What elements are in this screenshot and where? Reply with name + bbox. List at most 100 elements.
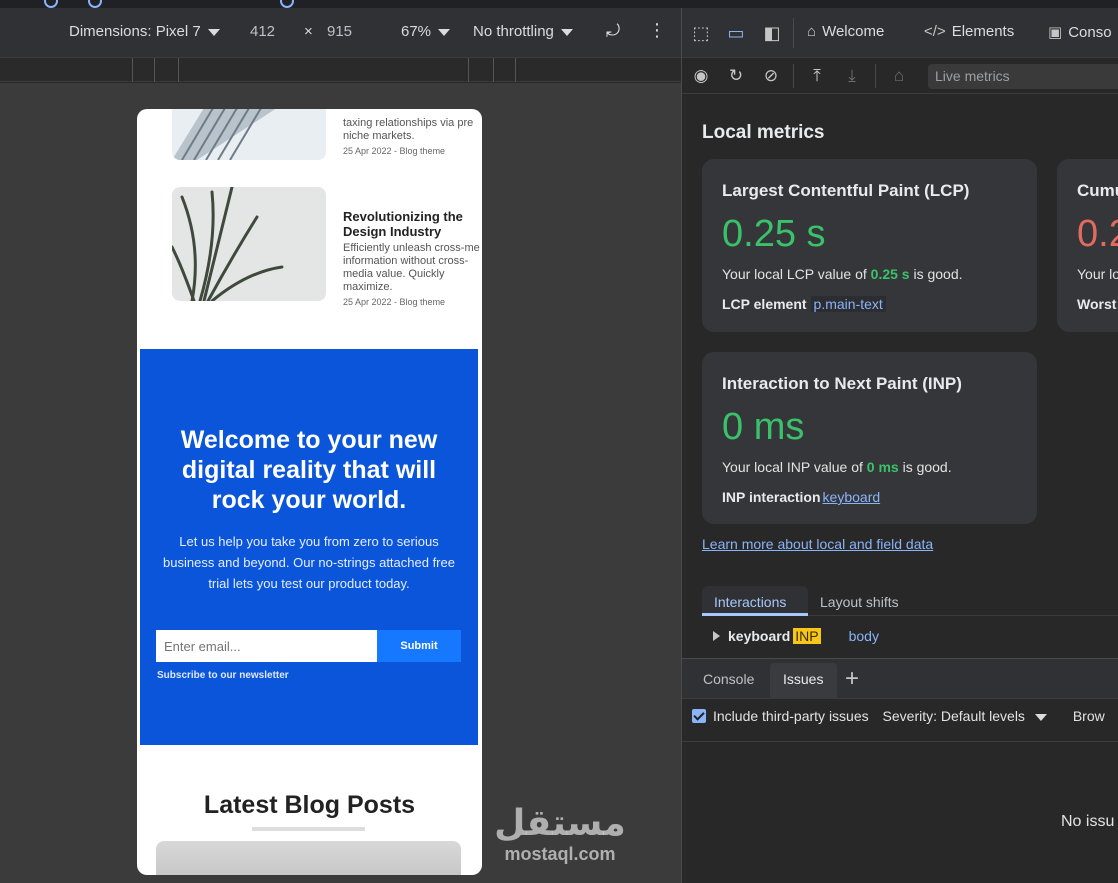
mostaql-watermark: مستقل mostaql.com (490, 803, 630, 865)
devtools-drawer: Console Issues + Include third-party iss… (682, 658, 1118, 883)
dock-side-icon[interactable]: ◧ (761, 22, 783, 44)
blog-post-item[interactable]: taxing relationships via pre niche marke… (172, 109, 482, 160)
cls-title: Cumu (1077, 181, 1118, 200)
performance-toolbar: ◉ ↻ ⊘ ⤒ ⤓ ⌂ Live metrics (682, 58, 1118, 94)
blog-post-item[interactable]: Revolutionizing the Design Industry Effi… (172, 187, 482, 307)
third-party-label: Include third-party issues (713, 708, 869, 724)
code-icon: </> (924, 23, 946, 40)
third-party-checkbox[interactable] (692, 709, 706, 723)
inp-card: Interaction to Next Paint (INP) 0 ms You… (702, 352, 1037, 524)
record-icon[interactable]: ◉ (690, 65, 712, 87)
post-meta: 25 Apr 2022 - Blog theme (343, 297, 446, 307)
latest-posts-title: Latest Blog Posts (203, 791, 416, 819)
live-metrics-select[interactable]: Live metrics (928, 64, 1118, 89)
clear-icon[interactable]: ⊘ (760, 65, 782, 87)
newsletter-hero: Welcome to your new digital reality that… (140, 349, 478, 745)
rotate-icon[interactable]: ⤾ (606, 21, 620, 41)
cls-value: 0.2 (1077, 213, 1118, 255)
hero-heading: Welcome to your new digital reality that… (180, 426, 438, 514)
issues-filter-row: Include third-party issues Severity: Def… (692, 708, 1105, 724)
tab-interactions[interactable]: Interactions (714, 594, 786, 610)
drawer-tab-console[interactable]: Console (703, 671, 754, 687)
download-icon[interactable]: ⤓ (841, 65, 863, 87)
tab-console[interactable]: ▣ Conso (1048, 23, 1112, 41)
lcp-description: Your local LCP value of 0.25 s is good. (722, 266, 963, 282)
post-thumbnail[interactable] (156, 841, 461, 875)
upload-icon[interactable]: ⤒ (806, 65, 828, 87)
active-subtab-underline (702, 613, 808, 616)
console-icon: ▣ (1048, 24, 1063, 41)
submit-button[interactable]: Submit (377, 630, 461, 662)
height-input[interactable]: 915 (327, 23, 352, 40)
metrics-subtabs: Interactions Layout shifts (702, 586, 1118, 616)
add-tab-icon[interactable]: + (845, 665, 859, 693)
drawer-tabbar: Console Issues + (682, 659, 1118, 699)
watermark-arabic: مستقل (494, 803, 626, 844)
post-meta: 25 Apr 2022 - Blog theme (343, 146, 446, 156)
hero-text: Let us help you take you from zero to se… (163, 534, 455, 591)
inp-value: 0 ms (722, 406, 805, 448)
globe-icon (88, 0, 102, 8)
throttling-dropdown[interactable]: No throttling (473, 23, 573, 40)
lcp-element-row: LCP element p.main-text (722, 296, 886, 312)
tab-welcome[interactable]: ⌂ Welcome (807, 23, 884, 40)
post-thumbnail-building (172, 109, 326, 160)
lcp-element-link[interactable]: p.main-text (810, 296, 886, 312)
newsletter-note: Subscribe to our newsletter (157, 670, 289, 681)
no-issues-message: No issu (1061, 813, 1115, 830)
reload-record-icon[interactable]: ↻ (725, 65, 747, 87)
bookmarks-bar (0, 0, 1118, 8)
inspect-element-icon[interactable]: ⬚ (690, 22, 712, 44)
devtools-tabbar: ⬚ ▭ ◧ ⌂ Welcome </> Elements ▣ Conso (682, 8, 1118, 58)
watermark-latin: mostaql.com (504, 844, 616, 864)
lcp-title: Largest Contentful Paint (LCP) (722, 181, 970, 200)
dimension-times: × (304, 23, 313, 40)
interaction-target[interactable]: body (849, 628, 879, 644)
tab-layout-shifts[interactable]: Layout shifts (820, 594, 899, 610)
learn-more-link[interactable]: Learn more about local and field data (702, 536, 933, 552)
email-input[interactable] (156, 630, 377, 662)
bookmark-2[interactable] (88, 0, 108, 8)
browser-filter[interactable]: Brow (1073, 708, 1105, 724)
emulated-viewport: taxing relationships via pre niche marke… (0, 83, 681, 883)
home-icon[interactable]: ⌂ (888, 65, 910, 87)
zoom-dropdown[interactable]: 67% (401, 23, 451, 40)
inp-badge: INP (793, 628, 821, 644)
cls-worst-row: Worst (1077, 296, 1117, 312)
globe-icon (44, 0, 58, 8)
local-metrics-title: Local metrics (702, 122, 825, 143)
lcp-card: Largest Contentful Paint (LCP) 0.25 s Yo… (702, 159, 1037, 332)
chevron-down-icon (1034, 713, 1047, 721)
chevron-down-icon (438, 28, 451, 36)
expand-triangle-icon[interactable] (713, 631, 720, 641)
bookmark-3[interactable] (280, 0, 300, 8)
inp-interaction-row: INP interaction keyboard (722, 489, 881, 505)
inp-interaction-link[interactable]: keyboard (823, 489, 881, 505)
devtools-panel: ⬚ ▭ ◧ ⌂ Welcome </> Elements ▣ Conso ◉ ↻ ⊘ … (681, 8, 1118, 883)
cls-description: Your lo (1077, 266, 1118, 282)
screenshot-root: Dimensions: Pixel 7 412 × 915 67% No thr… (0, 0, 1118, 883)
chevron-down-icon (207, 28, 220, 36)
inp-title: Interaction to Next Paint (INP) (722, 374, 962, 393)
home-icon: ⌂ (807, 23, 817, 40)
title-underline (252, 827, 365, 831)
interaction-row[interactable]: keyboard INP body (713, 628, 879, 644)
drawer-tab-issues[interactable]: Issues (783, 671, 823, 687)
dimensions-dropdown[interactable]: Dimensions: Pixel 7 (69, 23, 220, 40)
phone-screen[interactable]: taxing relationships via pre niche marke… (137, 109, 482, 875)
device-toggle-icon[interactable]: ▭ (725, 22, 747, 44)
severity-dropdown[interactable]: Severity: Default levels (883, 708, 1047, 724)
media-query-ruler (0, 58, 681, 82)
lcp-value: 0.25 s (722, 213, 826, 255)
post-thumbnail-plant (172, 187, 326, 301)
more-options-icon[interactable]: ⋮ (648, 20, 666, 41)
tab-elements[interactable]: </> Elements (924, 23, 1014, 40)
bookmark-1[interactable] (44, 0, 64, 8)
post-title[interactable]: Revolutionizing the Design Industry (343, 209, 482, 239)
cls-card: Cumu 0.2 Your lo Worst (1057, 159, 1118, 332)
globe-icon (280, 0, 294, 8)
post-excerpt: Efficiently unleash cross-me information… (343, 242, 480, 293)
post-excerpt: taxing relationships via pre niche marke… (343, 117, 474, 142)
width-input[interactable]: 412 (250, 23, 275, 40)
chevron-down-icon (560, 28, 573, 36)
